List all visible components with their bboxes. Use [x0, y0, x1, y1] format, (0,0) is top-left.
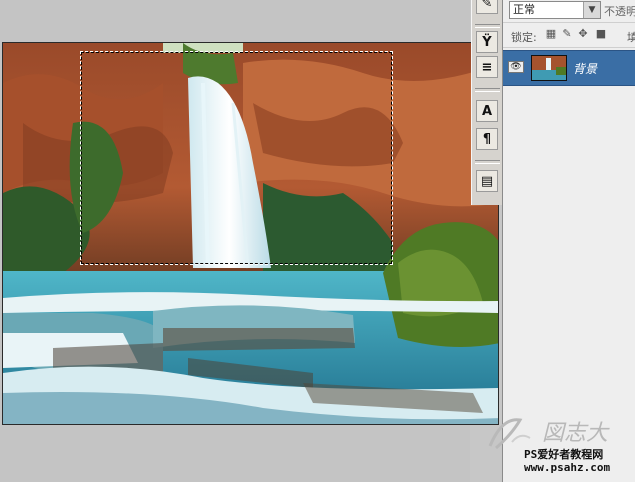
watermark-site-name: PS爱好者教程网 [524, 448, 604, 461]
tool-preset-icon[interactable]: ≡ [476, 56, 498, 78]
fill-label: 填 [627, 31, 635, 44]
svg-text:図志大: 図志大 [542, 421, 610, 446]
lock-label: 锁定: [511, 31, 537, 44]
navigator-icon[interactable]: ▤ [476, 170, 498, 192]
paragraph-icon[interactable]: ¶ [476, 128, 498, 150]
lock-transparency-icon[interactable]: ▦ [545, 28, 557, 40]
layer-row-background[interactable]: 👁 背景 [503, 50, 635, 86]
layers-panel: 正常 ▼ 不透明 锁定: ▦ ✎ ✥ ■ 填 👁 背景 [502, 0, 635, 482]
toolbar-separator [475, 160, 500, 164]
wand-icon[interactable]: ✎ [476, 0, 498, 14]
layer-name[interactable]: 背景 [573, 60, 597, 77]
lock-row: 锁定: ▦ ✎ ✥ ■ 填 [503, 22, 635, 48]
marquee-selection[interactable] [80, 51, 393, 265]
lock-move-icon[interactable]: ✥ [577, 28, 589, 40]
palette-tool-strip: ✎ Ÿ ≡ A ¶ ▤ [471, 0, 504, 205]
watermark: 図志大 PS爱好者教程网 www.psahz.com [472, 412, 635, 482]
opacity-label: 不透明 [604, 5, 635, 18]
eye-icon[interactable]: 👁 [508, 61, 524, 73]
blend-mode-select[interactable]: 正常 ▼ [509, 1, 601, 19]
toolbar-separator [475, 88, 500, 92]
layer-thumbnail [531, 55, 567, 81]
blend-mode-value: 正常 [513, 3, 535, 16]
canvas-workspace[interactable] [0, 0, 499, 482]
brush-preset-icon[interactable]: Ÿ [476, 31, 498, 53]
lock-brush-icon[interactable]: ✎ [561, 28, 573, 40]
character-icon[interactable]: A [476, 100, 498, 122]
toolbar-separator [475, 24, 500, 28]
lock-all-icon[interactable]: ■ [595, 28, 607, 40]
chevron-down-icon[interactable]: ▼ [583, 2, 600, 18]
watermark-url: www.psahz.com [524, 461, 611, 474]
